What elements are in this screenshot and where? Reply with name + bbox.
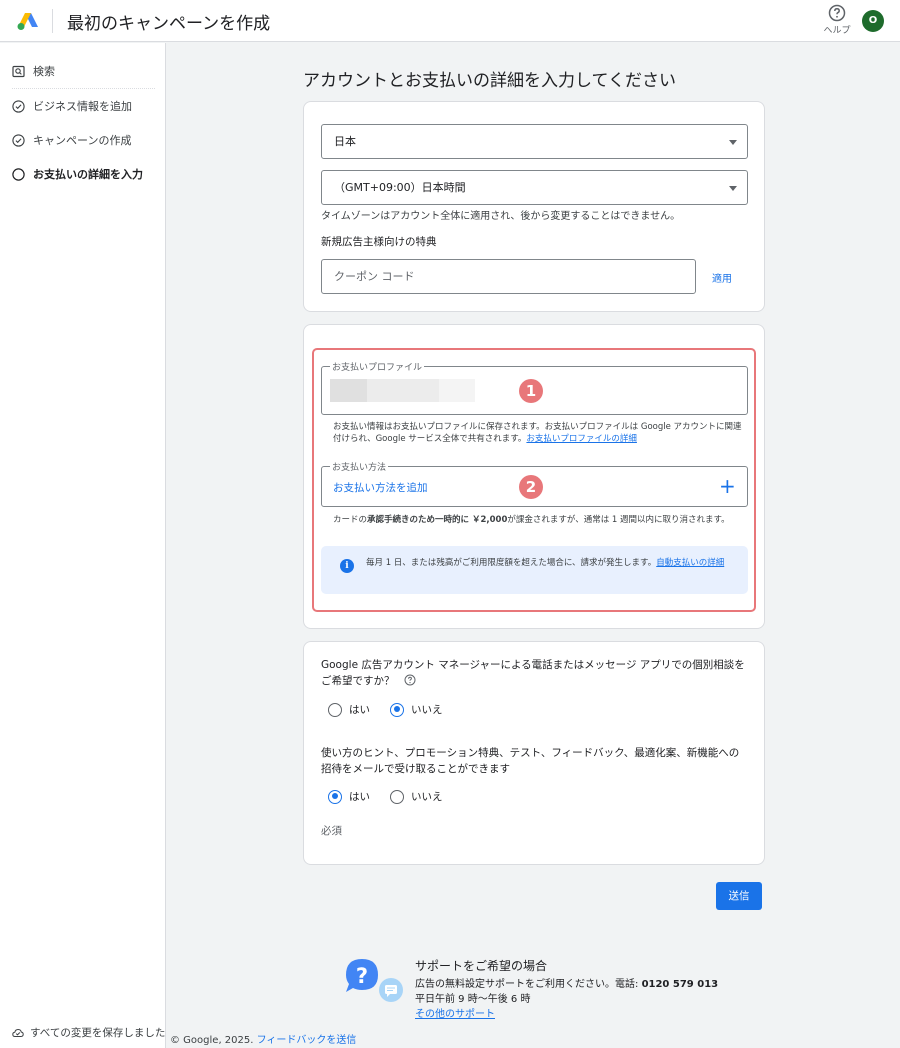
submit-button[interactable]: 送信 xyxy=(716,882,762,910)
account-settings-card: 日本 （GMT+09:00）日本時間 タイムゾーンはアカウント全体に適用され、後… xyxy=(303,101,765,312)
billing-info-banner: i 毎月 1 日、または残高がご利用限度額を超えた場合に、請求が発生します。自動… xyxy=(321,546,748,594)
page-title: アカウントとお支払いの詳細を入力してください xyxy=(303,71,676,91)
support-title: サポートをご希望の場合 xyxy=(415,959,548,973)
copyright-text: © Google, 2025. xyxy=(170,1035,257,1046)
payment-profile-details-link[interactable]: お支払いプロファイルの詳細 xyxy=(526,434,637,444)
google-ads-logo[interactable] xyxy=(17,11,39,31)
account-avatar[interactable]: O xyxy=(862,10,884,32)
consultation-question: Google 広告アカウント マネージャーによる電話またはメッセージ アプリでの… xyxy=(321,659,745,687)
header-divider xyxy=(52,9,53,33)
check-circle-icon xyxy=(12,99,25,113)
sidebar-item-label: キャンペーンの作成 xyxy=(33,134,132,147)
app-header: 最初のキャンペーンを作成 ヘルプ O xyxy=(0,0,900,42)
dropdown-arrow-icon xyxy=(729,140,737,145)
sidebar-item-business-info[interactable]: ビジネス情報を追加 xyxy=(12,96,132,116)
add-icon[interactable]: + xyxy=(719,474,736,498)
sidebar-item-search[interactable]: 検索 xyxy=(12,61,55,81)
email-offers-yes-radio[interactable] xyxy=(328,789,342,804)
radio-label: はい xyxy=(349,704,370,716)
annotation-badge-2: 2 xyxy=(519,475,543,499)
send-feedback-link[interactable]: フィードバックを送信 xyxy=(257,1035,357,1046)
help-button[interactable]: ヘルプ xyxy=(818,4,856,36)
country-select[interactable]: 日本 xyxy=(321,124,748,159)
billing-info-text: 毎月 1 日、または残高がご利用限度額を超えた場合に、請求が発生します。自動支払… xyxy=(366,558,725,568)
payment-profile-note: お支払い情報はお支払いプロファイルに保存されます。お支払いプロファイルは Goo… xyxy=(333,422,742,444)
consultation-no-radio[interactable] xyxy=(390,702,404,717)
svg-text:?: ? xyxy=(356,964,368,988)
dropdown-arrow-icon xyxy=(729,186,737,191)
cloud-check-icon xyxy=(12,1028,24,1037)
radio-label: いいえ xyxy=(411,704,443,716)
consultation-radio-group: はい いいえ xyxy=(328,702,443,717)
timezone-value: （GMT+09:00）日本時間 xyxy=(334,181,466,194)
country-value: 日本 xyxy=(334,135,356,148)
payment-method-field[interactable]: お支払い方法 お支払い方法を追加 2 + xyxy=(321,460,748,507)
sidebar-item-label: 検索 xyxy=(33,65,55,78)
coupon-code-input[interactable] xyxy=(321,259,696,294)
radio-label: はい xyxy=(349,791,370,803)
apply-coupon-button[interactable]: 適用 xyxy=(712,270,732,285)
help-label: ヘルプ xyxy=(823,26,851,36)
card-authorization-note: カードの承認手続きのため一時的に ￥2,000が課金されますが、通常は 1 週間… xyxy=(333,515,730,525)
help-circle-icon[interactable] xyxy=(404,674,416,686)
email-offers-no-radio[interactable] xyxy=(390,789,404,804)
info-icon: i xyxy=(340,559,354,573)
payment-method-legend: お支払い方法 xyxy=(330,460,389,473)
save-status-text: すべての変更を保存しました xyxy=(30,1027,166,1039)
save-status: すべての変更を保存しました xyxy=(12,1025,165,1040)
promo-heading: 新規広告主様向けの特典 xyxy=(321,236,437,248)
annotation-badge-1: 1 xyxy=(519,379,543,403)
required-label: 必須 xyxy=(321,825,342,837)
progress-sidebar: 検索 ビジネス情報を追加 キャンペーンの作成 お支払いの詳細を入力 すべての変更… xyxy=(0,43,166,1048)
payment-profile-field[interactable]: お支払いプロファイル 1 xyxy=(321,360,748,415)
add-payment-method-link[interactable]: お支払い方法を追加 xyxy=(333,480,428,495)
support-hours: 平日午前 9 時〜午後 6 時 xyxy=(415,994,531,1005)
timezone-select[interactable]: （GMT+09:00）日本時間 xyxy=(321,170,748,205)
auto-payment-details-link[interactable]: 自動支払いの詳細 xyxy=(656,558,724,568)
sidebar-divider xyxy=(12,88,155,89)
radio-label: いいえ xyxy=(411,791,443,803)
sidebar-item-label: ビジネス情報を追加 xyxy=(33,100,132,113)
question-bubble-icon: ? xyxy=(346,959,378,992)
check-circle-icon xyxy=(12,133,25,147)
footer: © Google, 2025. フィードバックを送信 xyxy=(170,1031,356,1046)
email-offers-question: 使い方のヒント、プロモーション特典、テスト、フィードバック、最適化案、新機能への… xyxy=(321,747,740,775)
search-box-icon xyxy=(12,65,25,77)
redacted-profile-name xyxy=(330,379,475,402)
empty-circle-icon xyxy=(12,167,25,181)
page-header-title: 最初のキャンペーンを作成 xyxy=(67,14,271,34)
support-phone-line: 広告の無料設定サポートをご利用ください。電話: 0120 579 013 xyxy=(415,979,719,990)
chat-bubble-icon xyxy=(379,978,403,1002)
sidebar-item-payment[interactable]: お支払いの詳細を入力 xyxy=(12,164,143,184)
support-section: ? サポートをご希望の場合 広告の無料設定サポートをご利用ください。電話: 01… xyxy=(343,955,763,1025)
support-phone: 0120 579 013 xyxy=(641,979,719,990)
sidebar-item-label: お支払いの詳細を入力 xyxy=(33,168,143,181)
sidebar-item-campaign[interactable]: キャンペーンの作成 xyxy=(12,130,131,150)
payment-card: お支払いプロファイル 1 お支払い情報はお支払いプロファイルに保存されます。お支… xyxy=(303,324,765,629)
email-offers-radio-group: はい いいえ xyxy=(328,789,443,804)
payment-profile-legend: お支払いプロファイル xyxy=(330,360,425,373)
more-support-link[interactable]: その他のサポート xyxy=(415,1005,495,1020)
help-icon xyxy=(828,4,846,22)
consultation-yes-radio[interactable] xyxy=(328,702,342,717)
contact-preferences-card: Google 広告アカウント マネージャーによる電話またはメッセージ アプリでの… xyxy=(303,641,765,865)
timezone-note: タイムゾーンはアカウント全体に適用され、後から変更することはできません。 xyxy=(321,211,681,222)
